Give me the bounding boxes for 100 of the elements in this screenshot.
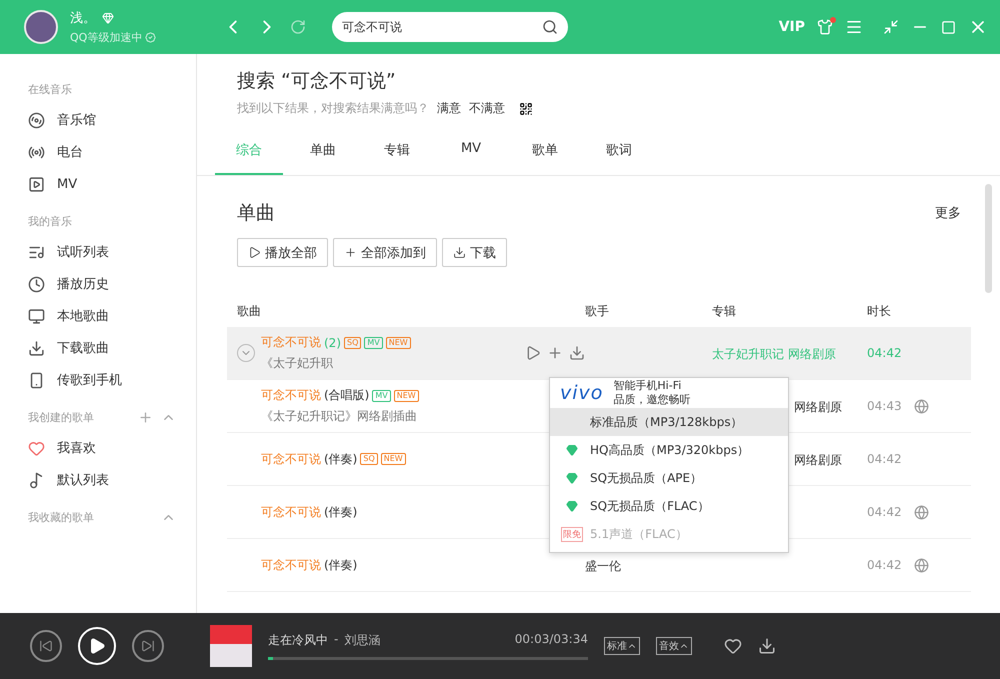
- play-button[interactable]: [78, 627, 116, 665]
- monitor-icon: [28, 308, 45, 324]
- qr-code-icon[interactable]: [519, 102, 533, 116]
- skip-back-icon: [39, 639, 53, 653]
- quality-tag: NEW: [380, 453, 406, 465]
- ad-text: 智能手机Hi-Fi 品质，邀您畅听: [613, 379, 690, 407]
- action-button[interactable]: 下载: [442, 238, 507, 267]
- track-artist[interactable]: 刘思涵: [344, 632, 380, 649]
- previous-button[interactable]: [30, 630, 62, 662]
- expand-icon[interactable]: [237, 344, 255, 362]
- play-icon: [88, 637, 106, 655]
- download-icon[interactable]: [758, 637, 776, 655]
- quality-option[interactable]: SQ无损品质（FLAC）: [550, 492, 788, 520]
- diamond-icon: [566, 500, 578, 512]
- heart-icon[interactable]: [724, 637, 742, 655]
- album-name[interactable]: 网络剧原: [794, 453, 842, 467]
- sidebar-section-title: 我的音乐: [28, 214, 72, 228]
- song-row[interactable]: 可念不可说 (2) SQ MV NEW 《太子妃升职 太子妃升职记 网络剧原 04:42: [227, 327, 971, 380]
- note-icon: [28, 472, 45, 488]
- add-icon[interactable]: [138, 410, 153, 424]
- sidebar-item[interactable]: 播放历史: [28, 268, 196, 300]
- phone-icon: [28, 372, 45, 388]
- next-button[interactable]: [132, 630, 164, 662]
- artist-name[interactable]: 盛一伦: [585, 559, 621, 573]
- column-header: 歌曲: [237, 302, 262, 320]
- diamond-icon: [102, 12, 114, 24]
- quality-tag: NEW: [394, 390, 419, 402]
- download-icon: [453, 246, 466, 259]
- quality-tag: MV: [372, 390, 391, 402]
- free-badge: 限免: [561, 526, 583, 542]
- progress-track[interactable]: [268, 657, 588, 660]
- song-version: (伴奏): [324, 504, 358, 520]
- duration: 04:42: [867, 452, 902, 466]
- user-status: QQ等级加速中: [70, 30, 142, 45]
- tab[interactable]: 歌单: [511, 131, 579, 175]
- maximize-icon[interactable]: [941, 20, 956, 34]
- brand-logo: vivo: [560, 382, 604, 404]
- sidebar-item[interactable]: 音乐馆: [28, 104, 196, 136]
- sidebar-item[interactable]: 试听列表: [28, 236, 196, 268]
- feedback-link[interactable]: 不满意: [469, 100, 505, 117]
- search-title: 搜索 “可念不可说”: [237, 69, 397, 94]
- add-icon[interactable]: [547, 345, 563, 361]
- song-version: (2): [324, 336, 341, 350]
- separator: -: [334, 632, 338, 648]
- quality-button[interactable]: 标准: [604, 637, 640, 655]
- sidebar-item[interactable]: MV: [28, 168, 196, 200]
- scrollbar[interactable]: [985, 184, 992, 293]
- song-subtitle: 《太子妃升职: [261, 355, 334, 372]
- sidebar-item[interactable]: 传歌到手机: [28, 364, 196, 396]
- skip-forward-icon: [141, 639, 155, 653]
- shirt-icon[interactable]: [817, 19, 833, 35]
- globe-icon[interactable]: [914, 558, 929, 572]
- more-link[interactable]: 更多: [935, 204, 961, 222]
- shrink-icon[interactable]: [883, 19, 899, 35]
- tab[interactable]: 专辑: [363, 131, 431, 175]
- tab[interactable]: 歌词: [585, 131, 653, 175]
- globe-icon[interactable]: [914, 398, 929, 414]
- sidebar-item[interactable]: 下载歌曲: [28, 332, 196, 364]
- quality-option[interactable]: 标准品质（MP3/128kbps）: [550, 408, 788, 436]
- section-title: 单曲: [237, 201, 275, 226]
- album-cover-placeholder: [210, 625, 252, 667]
- tab[interactable]: 单曲: [289, 131, 357, 175]
- column-header: 时长: [867, 302, 892, 320]
- quality-tag: SQ: [344, 336, 362, 348]
- quality-option[interactable]: HQ高品质（MP3/320kbps）: [550, 436, 788, 464]
- sidebar-section-title: 在线音乐: [28, 82, 72, 96]
- sidebar-item[interactable]: 本地歌曲: [28, 300, 196, 332]
- globe-icon[interactable]: [914, 504, 929, 520]
- heart-icon: [28, 440, 45, 456]
- download-icon[interactable]: [569, 345, 585, 361]
- album-name[interactable]: 网络剧原: [794, 400, 842, 414]
- action-button[interactable]: 全部添加到: [333, 238, 437, 267]
- sidebar-item[interactable]: 默认列表: [28, 464, 196, 496]
- avatar[interactable]: [24, 10, 58, 44]
- quality-tag: MV: [364, 336, 383, 348]
- duration: 04:42: [867, 505, 902, 519]
- user-name: 浅。: [70, 10, 96, 27]
- check-badge-icon: [145, 32, 156, 43]
- play-icon[interactable]: [525, 345, 541, 361]
- action-button[interactable]: 播放全部: [237, 238, 328, 267]
- duration: 04:42: [867, 558, 902, 572]
- quality-option[interactable]: SQ无损品质（APE）: [550, 464, 788, 492]
- duration: 04:43: [867, 399, 902, 413]
- column-header: 专辑: [712, 302, 737, 320]
- menu-icon[interactable]: [845, 18, 863, 36]
- track-title: 走在冷风中: [268, 632, 328, 649]
- sidebar-item[interactable]: 我喜欢: [28, 432, 196, 464]
- tab[interactable]: MV: [437, 131, 505, 175]
- download-icon: [28, 340, 45, 356]
- search-icon[interactable]: [542, 19, 558, 35]
- song-version: (伴奏): [324, 556, 358, 574]
- song-subtitle: 《太子妃升职记》网络剧插曲: [261, 408, 418, 425]
- sidebar-item[interactable]: 电台: [28, 136, 196, 168]
- feedback-link[interactable]: 满意: [437, 100, 461, 117]
- song-version: (伴奏): [324, 450, 358, 468]
- search-field[interactable]: 可念不可说: [332, 12, 568, 42]
- plus-icon: [344, 246, 357, 259]
- refresh-icon[interactable]: [290, 19, 306, 35]
- quality-tag: SQ: [360, 453, 378, 465]
- effects-button[interactable]: 音效: [656, 637, 692, 655]
